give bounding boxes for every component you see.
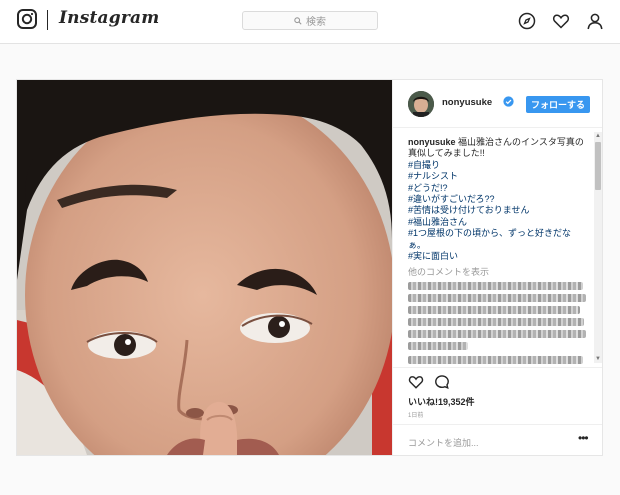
explore-compass-icon[interactable] xyxy=(518,12,536,30)
scrollbar-thumb[interactable] xyxy=(595,142,601,190)
post-photo[interactable] xyxy=(17,80,392,455)
search-input[interactable]: 検索 xyxy=(242,11,378,30)
blurred-comment xyxy=(408,306,580,314)
view-more-comments-link[interactable]: 他のコメントを表示 xyxy=(408,265,489,278)
selfie-photo-illustration xyxy=(17,80,392,455)
profile-person-icon[interactable] xyxy=(586,12,604,30)
like-heart-icon[interactable] xyxy=(408,374,424,390)
scroll-up-icon[interactable]: ▲ xyxy=(594,132,602,140)
search-placeholder: 検索 xyxy=(306,17,326,28)
post-username[interactable]: nonyusuke xyxy=(442,97,492,108)
post-card: nonyusuke フォローする nonyusuke 福山雅治さんのインスタ写真… xyxy=(16,79,603,456)
verified-badge-icon xyxy=(503,96,514,107)
blurred-comment xyxy=(408,294,586,302)
blurred-comment xyxy=(408,282,583,290)
scroll-down-icon[interactable]: ▼ xyxy=(594,355,602,363)
hashtag[interactable]: #苦情は受け付けておりません xyxy=(408,205,588,216)
top-navigation-bar: Instagram 検索 xyxy=(0,0,620,44)
follow-button[interactable]: フォローする xyxy=(526,96,590,113)
instagram-camera-icon[interactable] xyxy=(17,9,37,29)
hashtag[interactable]: #1つ屋根の下の頃から、ずっと好きだなぁ。 xyxy=(408,228,588,251)
post-sidebar: nonyusuke フォローする nonyusuke 福山雅治さんのインスタ写真… xyxy=(392,80,602,455)
comment-bubble-icon[interactable] xyxy=(434,374,450,390)
logo-divider xyxy=(47,10,48,30)
hashtag[interactable]: #自撮り xyxy=(408,160,588,171)
more-options-icon[interactable]: ••• xyxy=(578,431,589,445)
blurred-comment xyxy=(408,330,586,338)
hashtag[interactable]: #実に面白い xyxy=(408,251,588,262)
blurred-comment xyxy=(408,318,584,326)
post-timestamp: 1日前 xyxy=(408,413,424,419)
activity-heart-icon[interactable] xyxy=(552,12,570,30)
hashtag[interactable]: #違いがすごいだろ?? xyxy=(408,194,588,205)
avatar[interactable] xyxy=(408,91,434,117)
post-caption: nonyusuke 福山雅治さんのインスタ写真の真似してみました!! #自撮り … xyxy=(408,137,588,262)
instagram-logo[interactable]: Instagram xyxy=(59,8,159,28)
post-header: nonyusuke フォローする xyxy=(393,80,602,128)
avatar-image xyxy=(408,91,434,117)
hashtag[interactable]: #福山雅治さん xyxy=(408,217,588,228)
hashtag[interactable]: #ナルシスト xyxy=(408,171,588,182)
add-comment-row: コメントを追加... ••• xyxy=(393,424,602,455)
blurred-comment xyxy=(408,342,468,350)
caption-username[interactable]: nonyusuke xyxy=(408,137,456,147)
post-actions: いいね!19,352件 1日前 コメントを追加... ••• xyxy=(393,367,602,455)
comment-input[interactable]: コメントを追加... xyxy=(408,436,479,449)
blurred-comment xyxy=(408,356,583,364)
hashtag[interactable]: #どうだ!? xyxy=(408,183,588,194)
comments-area: nonyusuke 福山雅治さんのインスタ写真の真似してみました!! #自撮り … xyxy=(393,127,602,367)
likes-count[interactable]: いいね!19,352件 xyxy=(408,395,475,408)
search-icon xyxy=(294,16,302,25)
